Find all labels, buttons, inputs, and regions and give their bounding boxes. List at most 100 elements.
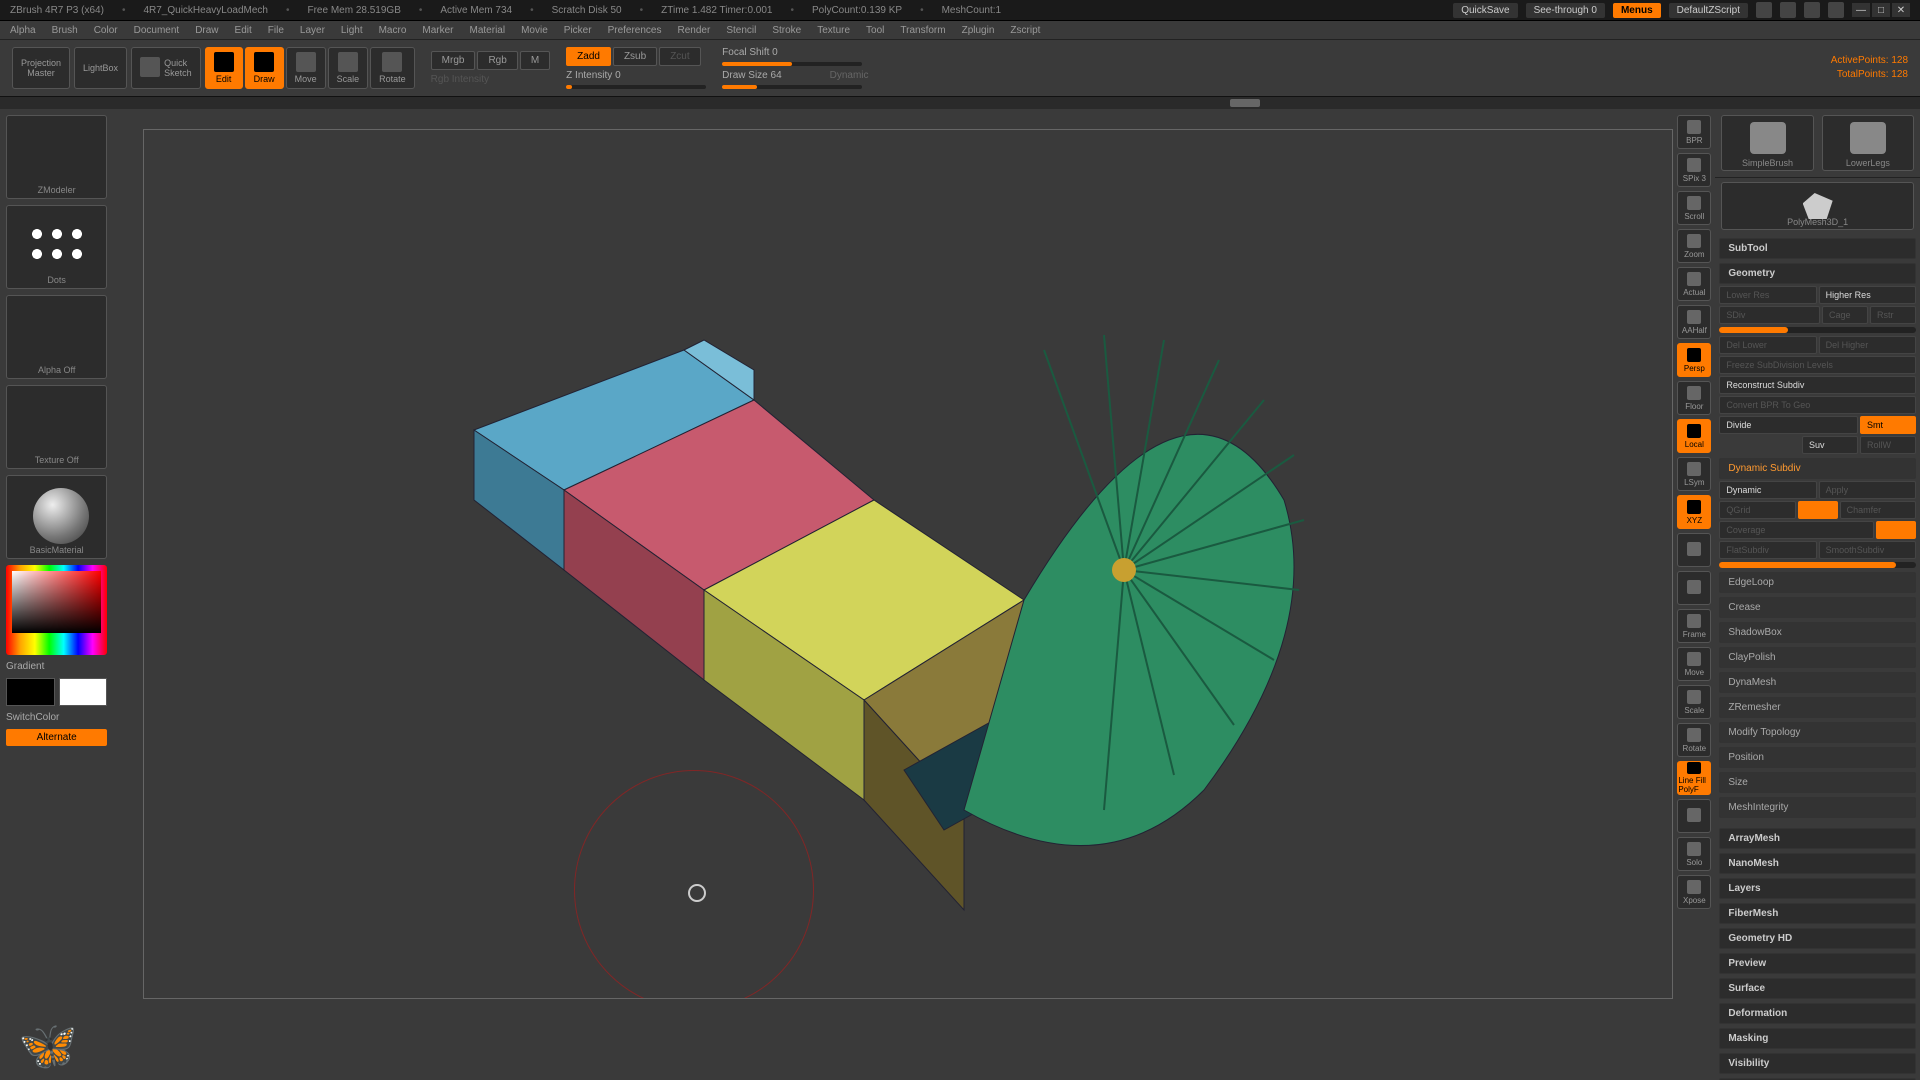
- primary-color[interactable]: [59, 678, 108, 706]
- simplebrush-slot[interactable]: SimpleBrush: [1721, 115, 1813, 171]
- section-position[interactable]: Position: [1719, 747, 1916, 768]
- scale-mode-button[interactable]: Scale: [328, 47, 369, 89]
- menu-item[interactable]: Marker: [422, 25, 453, 36]
- layout-icon[interactable]: [1828, 2, 1844, 18]
- rotate-mode-button[interactable]: Rotate: [370, 47, 415, 89]
- shelf-scroll-button[interactable]: Scroll: [1677, 191, 1711, 225]
- menu-item[interactable]: Stencil: [726, 25, 756, 36]
- mrgb-toggle[interactable]: Mrgb: [431, 51, 476, 70]
- menu-item[interactable]: Zscript: [1010, 25, 1040, 36]
- smt-toggle[interactable]: Smt: [1860, 416, 1916, 434]
- z-intensity-slider[interactable]: [566, 85, 706, 89]
- shelf-frame-button[interactable]: Frame: [1677, 609, 1711, 643]
- seethrough-slider[interactable]: See-through 0: [1526, 3, 1605, 18]
- palette-geometry-hd[interactable]: Geometry HD: [1719, 928, 1916, 949]
- palette-preview[interactable]: Preview: [1719, 953, 1916, 974]
- menu-item[interactable]: Picker: [564, 25, 592, 36]
- menu-item[interactable]: Document: [134, 25, 180, 36]
- menu-item[interactable]: Light: [341, 25, 363, 36]
- smoothsubdiv-bar[interactable]: [1719, 562, 1916, 568]
- maximize-button[interactable]: □: [1872, 3, 1890, 17]
- move-mode-button[interactable]: Move: [286, 47, 326, 89]
- shelf-blank-button[interactable]: [1677, 799, 1711, 833]
- higher-res-button[interactable]: Higher Res: [1819, 286, 1916, 304]
- divide-button[interactable]: Divide: [1719, 416, 1858, 434]
- shelf-spix-3-button[interactable]: SPix 3: [1677, 153, 1711, 187]
- shelf-xyz-button[interactable]: XYZ: [1677, 495, 1711, 529]
- shelf-floor-button[interactable]: Floor: [1677, 381, 1711, 415]
- quicksave-button[interactable]: QuickSave: [1453, 3, 1517, 18]
- shelf-blank-button[interactable]: [1677, 533, 1711, 567]
- section-edgeloop[interactable]: EdgeLoop: [1719, 572, 1916, 593]
- palette-surface[interactable]: Surface: [1719, 978, 1916, 999]
- menu-item[interactable]: Layer: [300, 25, 325, 36]
- focal-shift-slider[interactable]: [722, 62, 862, 66]
- lightbox-button[interactable]: LightBox: [74, 47, 127, 89]
- brush-slot[interactable]: ZModeler: [6, 115, 107, 199]
- menu-item[interactable]: Alpha: [10, 25, 36, 36]
- shelf-aahalf-button[interactable]: AAHalf: [1677, 305, 1711, 339]
- sdiv-slider[interactable]: SDiv: [1719, 306, 1820, 324]
- menu-item[interactable]: Macro: [379, 25, 407, 36]
- menus-toggle[interactable]: Menus: [1613, 3, 1661, 18]
- shelf-line-fill-polyf-button[interactable]: Line Fill PolyF: [1677, 761, 1711, 795]
- canvas-scroll-strip[interactable]: [0, 97, 1920, 109]
- palette-masking[interactable]: Masking: [1719, 1028, 1916, 1049]
- layout-icon[interactable]: [1780, 2, 1796, 18]
- del-higher-button[interactable]: Del Higher: [1819, 336, 1916, 354]
- switch-color-button[interactable]: SwitchColor: [6, 712, 107, 723]
- menu-item[interactable]: Draw: [195, 25, 218, 36]
- shelf-local-button[interactable]: Local: [1677, 419, 1711, 453]
- z-intensity-label[interactable]: Z Intensity 0: [566, 70, 706, 81]
- alternate-button[interactable]: Alternate: [6, 729, 107, 746]
- section-meshintegrity[interactable]: MeshIntegrity: [1719, 797, 1916, 818]
- color-picker[interactable]: [6, 565, 107, 655]
- shelf-blank-button[interactable]: [1677, 571, 1711, 605]
- palette-layers[interactable]: Layers: [1719, 878, 1916, 899]
- flatsubdiv-slider[interactable]: FlatSubdiv: [1719, 541, 1816, 559]
- menu-item[interactable]: Tool: [866, 25, 884, 36]
- del-lower-button[interactable]: Del Lower: [1719, 336, 1816, 354]
- gradient-label[interactable]: Gradient: [6, 661, 107, 672]
- section-claypolish[interactable]: ClayPolish: [1719, 647, 1916, 668]
- subtool-header[interactable]: SubTool: [1719, 238, 1916, 259]
- zsub-toggle[interactable]: Zsub: [613, 47, 657, 66]
- coverage-value[interactable]: [1876, 521, 1916, 539]
- apply-button[interactable]: Apply: [1819, 481, 1916, 499]
- draw-mode-button[interactable]: Draw: [245, 47, 284, 89]
- alpha-slot[interactable]: Alpha Off: [6, 295, 107, 379]
- draw-size-slider[interactable]: [722, 85, 862, 89]
- menu-item[interactable]: Movie: [521, 25, 548, 36]
- shelf-zoom-button[interactable]: Zoom: [1677, 229, 1711, 263]
- shelf-solo-button[interactable]: Solo: [1677, 837, 1711, 871]
- section-zremesher[interactable]: ZRemesher: [1719, 697, 1916, 718]
- zcut-toggle[interactable]: Zcut: [659, 47, 700, 66]
- shelf-rotate-button[interactable]: Rotate: [1677, 723, 1711, 757]
- menu-item[interactable]: Stroke: [772, 25, 801, 36]
- rollw-toggle[interactable]: RollW: [1860, 436, 1916, 454]
- shelf-move-button[interactable]: Move: [1677, 647, 1711, 681]
- rgb-toggle[interactable]: Rgb: [477, 51, 517, 70]
- qgrid-slider[interactable]: QGrid: [1719, 501, 1795, 519]
- viewport[interactable]: [143, 129, 1673, 999]
- focal-shift-label[interactable]: Focal Shift 0: [722, 47, 868, 58]
- shelf-actual-button[interactable]: Actual: [1677, 267, 1711, 301]
- shelf-persp-button[interactable]: Persp: [1677, 343, 1711, 377]
- m-toggle[interactable]: M: [520, 51, 550, 70]
- sdiv-bar[interactable]: [1719, 327, 1916, 333]
- menu-item[interactable]: Transform: [900, 25, 945, 36]
- menu-item[interactable]: Render: [678, 25, 711, 36]
- menu-item[interactable]: Material: [470, 25, 506, 36]
- shelf-scale-button[interactable]: Scale: [1677, 685, 1711, 719]
- default-zscript[interactable]: DefaultZScript: [1669, 3, 1748, 18]
- suv-toggle[interactable]: Suv: [1802, 436, 1858, 454]
- menu-item[interactable]: File: [268, 25, 284, 36]
- layout-icon[interactable]: [1804, 2, 1820, 18]
- freeze-subdiv-button[interactable]: Freeze SubDivision Levels: [1719, 356, 1916, 374]
- close-button[interactable]: ✕: [1892, 3, 1910, 17]
- layout-icon[interactable]: [1756, 2, 1772, 18]
- palette-fibermesh[interactable]: FiberMesh: [1719, 903, 1916, 924]
- menu-item[interactable]: Brush: [52, 25, 78, 36]
- secondary-color[interactable]: [6, 678, 55, 706]
- qgrid-value[interactable]: [1798, 501, 1838, 519]
